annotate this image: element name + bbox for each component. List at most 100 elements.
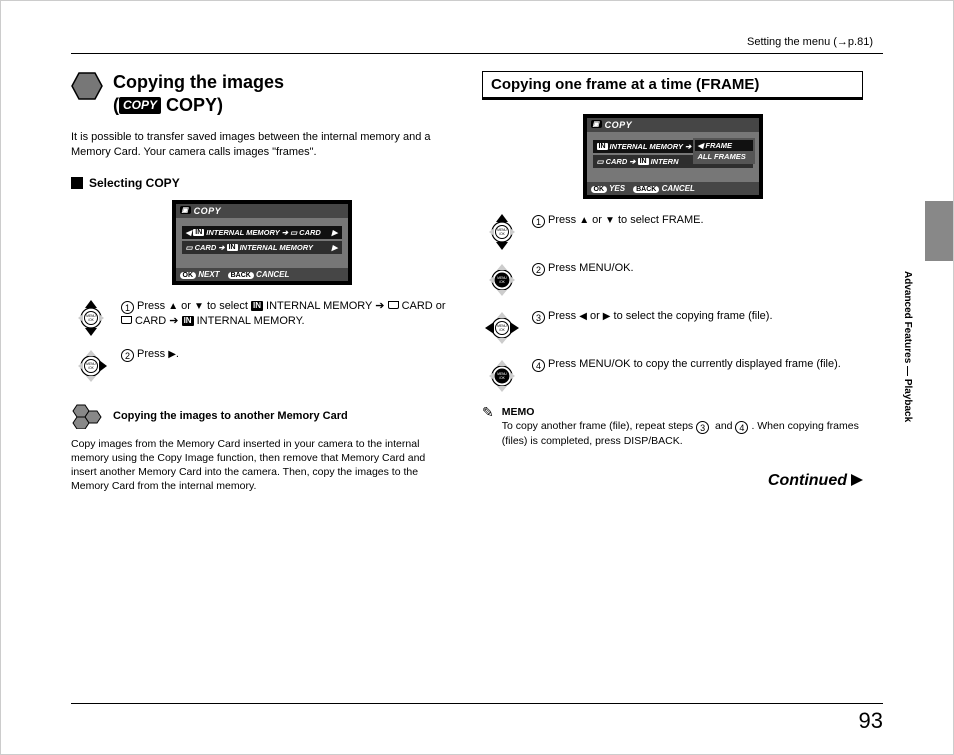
memo-hand-icon: ✎: [482, 405, 494, 448]
header-rule: [71, 53, 883, 54]
right-step-2: 2Press MENU/OK.: [532, 261, 863, 276]
step-number-2: 2: [121, 349, 134, 362]
memo-label: MEMO: [502, 405, 863, 419]
camera-screen-copy-menu: ▣ COPY ◀IN INTERNAL MEMORY ➔▭ CARD ▶ ▭: [172, 200, 352, 285]
section-tab-label: Advanced Features — Playback: [902, 271, 913, 422]
text: CARD or: [399, 300, 446, 312]
title-word-copy: COPY): [161, 95, 223, 115]
tip-title: Copying the images to another Memory Car…: [113, 410, 348, 422]
right-column: Copying one frame at a time (FRAME) ▣ CO…: [482, 71, 863, 493]
lcd-option-popup: ◀ FRAME ALL FRAMES: [693, 138, 755, 164]
lcd-row-internal-to-card: ◀IN INTERNAL MEMORY ➔▭ CARD ▶: [182, 226, 342, 239]
lcd-option-all-frames: ALL FRAMES: [695, 151, 753, 162]
text: Press MENU/OK.: [548, 262, 634, 274]
hexagon-icon: [71, 71, 103, 101]
circled-3-icon: 3: [696, 421, 709, 434]
right-step-1: 1Press ▲ or ▼ to select FRAME.: [532, 213, 863, 228]
svg-text:/OK: /OK: [88, 366, 94, 370]
subheading-selecting-copy: Selecting COPY: [89, 176, 180, 190]
right-step-4: 4Press MENU/OK to copy the currently dis…: [532, 357, 863, 372]
memo-text: To copy another frame (file), repeat ste…: [502, 419, 863, 448]
circled-4-icon: 4: [735, 421, 748, 434]
text: to select the copying frame (file).: [611, 310, 773, 322]
right-triangle-icon: ▶: [603, 311, 611, 322]
intro-paragraph: It is possible to transfer saved images …: [71, 130, 452, 160]
text: or: [589, 214, 605, 226]
back-pill-icon: BACK: [228, 272, 254, 279]
dpad-left-right-icon: MENU/OK: [482, 309, 522, 347]
footer-rule: [71, 703, 883, 704]
lcd-text: CARD: [299, 228, 321, 237]
dpad-up-down-icon: MENU /OK: [71, 299, 111, 337]
lcd-title: COPY: [194, 206, 222, 216]
card-icon: [388, 301, 399, 309]
arrow-right-icon: [851, 474, 863, 486]
step-2-text: 2Press ▶.: [121, 347, 452, 362]
in-badge-icon: IN: [182, 316, 194, 327]
right-triangle-icon: ▶: [168, 349, 176, 360]
dpad-up-down-icon: MENU/OK: [482, 213, 522, 251]
svg-text:/OK: /OK: [88, 318, 94, 322]
section-title: Copying the images (COPY COPY): [113, 71, 284, 116]
lcd-text: INTERNAL MEMORY: [610, 142, 683, 151]
text: INTERNAL MEMORY: [263, 300, 375, 312]
dpad-ok-icon: MENU/OK: [482, 261, 522, 299]
back-pill-icon: BACK: [633, 186, 659, 193]
step-number-4: 4: [532, 359, 545, 372]
lcd-text: INTERN: [651, 157, 679, 166]
bullet-square-icon: [71, 177, 83, 189]
text: CARD: [132, 315, 169, 327]
manual-page: Setting the menu (→p.81) Advanced Featur…: [0, 0, 954, 755]
text: Press: [548, 214, 579, 226]
frame-section-heading: Copying one frame at a time (FRAME): [482, 71, 863, 100]
lcd-text: INTERNAL MEMORY: [240, 243, 313, 252]
lcd-foot-cancel: CANCEL: [662, 184, 695, 193]
continued-text: Continued: [768, 472, 847, 489]
text: Press: [548, 310, 579, 322]
down-triangle-icon: ▼: [605, 215, 615, 226]
section-tab: [925, 201, 953, 261]
header-reference: Setting the menu (→p.81): [747, 36, 873, 48]
svg-text:/OK: /OK: [499, 232, 505, 236]
lcd-text: INTERNAL MEMORY: [206, 228, 279, 237]
text: Press: [137, 348, 168, 360]
lcd-text: CARD: [606, 157, 628, 166]
text: Press MENU/OK to copy the currently disp…: [548, 358, 841, 370]
left-triangle-icon: ◀: [579, 311, 587, 322]
lcd-foot-yes: YES: [609, 184, 625, 193]
dpad-ok-icon: MENU/OK: [482, 357, 522, 395]
lcd-foot-next: NEXT: [198, 270, 219, 279]
svg-text:/OK: /OK: [499, 328, 505, 332]
hex-cluster-icon: [71, 403, 105, 429]
step-number-3: 3: [532, 311, 545, 324]
in-badge-icon: IN: [251, 301, 263, 312]
right-step-3: 3Press ◀ or ▶ to select the copying fram…: [532, 309, 863, 324]
text: or: [178, 300, 194, 312]
text: Press: [137, 300, 168, 312]
page-number: 93: [859, 708, 883, 734]
svg-text:/OK: /OK: [499, 376, 505, 380]
down-triangle-icon: ▼: [194, 301, 204, 312]
text: INTERNAL MEMORY.: [194, 315, 305, 327]
lcd-row-card-to-internal: ▭ CARD ➔IN INTERNAL MEMORY ▶: [182, 241, 342, 254]
lcd-title: COPY: [605, 120, 633, 130]
step-number-2: 2: [532, 263, 545, 276]
svg-text:/OK: /OK: [499, 280, 505, 284]
text: or: [587, 310, 603, 322]
step-1-text: 1Press ▲ or ▼ to select IN INTERNAL MEMO…: [121, 299, 452, 329]
text: to select: [204, 300, 251, 312]
copy-chip-icon: COPY: [119, 97, 161, 114]
camera-screen-frame-menu: ▣ COPY IN INTERNAL MEMORY ➔ ▭ CARD ➔IN: [583, 114, 763, 199]
lcd-option-frame: ◀ FRAME: [695, 140, 753, 151]
card-icon: [121, 316, 132, 324]
lcd-text: CARD: [195, 243, 217, 252]
step-number-1: 1: [121, 301, 134, 314]
up-triangle-icon: ▲: [168, 301, 178, 312]
lcd-foot-cancel: CANCEL: [256, 270, 289, 279]
left-column: Copying the images (COPY COPY) It is pos…: [71, 71, 452, 493]
ok-pill-icon: OK: [180, 272, 197, 279]
text: and: [712, 420, 735, 432]
ok-pill-icon: OK: [591, 186, 608, 193]
tip-body: Copy images from the Memory Card inserte…: [71, 437, 452, 494]
text: To copy another frame (file), repeat ste…: [502, 420, 696, 432]
